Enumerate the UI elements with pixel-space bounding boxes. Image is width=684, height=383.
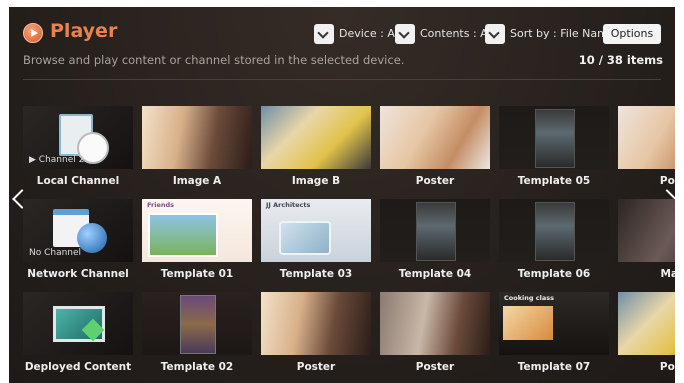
content-thumbnail <box>499 199 609 262</box>
content-thumbnail <box>499 106 609 169</box>
content-tile-label: Poster <box>415 175 455 187</box>
template-preview <box>180 295 216 354</box>
content-tile[interactable]: Poster <box>380 106 490 196</box>
template-header-text: JJ Architects <box>266 201 311 209</box>
content-tile[interactable]: Map <box>618 199 675 289</box>
content-tile[interactable]: Template 06 <box>499 199 609 289</box>
content-tile-label: Template 01 <box>160 268 234 280</box>
content-thumbnail <box>618 199 675 262</box>
content-thumbnail <box>261 106 371 169</box>
content-thumbnail <box>380 106 490 169</box>
player-logo-icon <box>23 23 43 43</box>
content-tile-label: Post <box>659 175 675 187</box>
content-tile[interactable]: Cooking class Template 07 <box>499 292 609 382</box>
template-preview <box>148 213 218 257</box>
content-thumbnail <box>23 292 133 355</box>
content-thumbnail <box>142 106 252 169</box>
options-button[interactable]: Options <box>603 24 661 44</box>
content-tile-label: Template 07 <box>517 361 591 373</box>
template-preview <box>416 202 456 261</box>
content-tile-label: Poster <box>296 361 336 373</box>
content-tile[interactable]: Template 04 <box>380 199 490 289</box>
content-tile-label: Image B <box>291 175 341 187</box>
content-tile[interactable]: Post <box>618 292 675 382</box>
content-tile[interactable]: No Channel Network Channel <box>23 199 133 289</box>
page-title: Player <box>50 20 118 42</box>
content-thumbnail: ▶ Channel 2 <box>23 106 133 169</box>
contents-dropdown-button[interactable] <box>395 24 415 44</box>
content-tile-label: Map <box>660 268 675 280</box>
content-tile[interactable]: Image A <box>142 106 252 196</box>
content-tile-label: Network Channel <box>27 268 129 280</box>
content-tile[interactable]: Poster <box>261 292 371 382</box>
content-tile-label: Poster <box>415 361 455 373</box>
sort-label[interactable]: Sort by : File Name <box>510 24 615 44</box>
content-tile[interactable]: ▶ Channel 2 Local Channel <box>23 106 133 196</box>
content-tile-label: Local Channel <box>36 175 120 187</box>
content-thumbnail <box>261 292 371 355</box>
content-tile[interactable]: Deployed Content <box>23 292 133 382</box>
template-preview <box>279 221 331 255</box>
content-tile[interactable]: Friends Template 01 <box>142 199 252 289</box>
content-tile-label: Template 02 <box>160 361 234 373</box>
globe-icon <box>77 223 107 253</box>
content-tile-label: Template 06 <box>517 268 591 280</box>
content-thumbnail <box>618 292 675 355</box>
content-thumbnail <box>142 292 252 355</box>
content-tile-label: Template 05 <box>517 175 591 187</box>
item-count: 10 / 38 items <box>578 53 663 67</box>
device-filter-label[interactable]: Device : All <box>339 24 401 44</box>
header: Player Device : All Contents : All Sort … <box>9 7 675 87</box>
content-thumbnail <box>380 292 490 355</box>
page-subtitle: Browse and play content or channel store… <box>23 53 405 67</box>
content-tile-label: Image A <box>172 175 222 187</box>
template-preview <box>535 109 575 168</box>
content-tile[interactable]: Post <box>618 106 675 196</box>
content-thumbnail <box>618 106 675 169</box>
content-tile-label: Template 04 <box>398 268 472 280</box>
content-tile-label: Deployed Content <box>24 361 132 373</box>
channel-status-text: No Channel <box>29 248 82 258</box>
template-preview <box>503 306 553 340</box>
content-tile[interactable]: Image B <box>261 106 371 196</box>
content-thumbnail <box>380 199 490 262</box>
content-tile[interactable]: Template 05 <box>499 106 609 196</box>
header-divider <box>23 79 661 80</box>
player-screen: Player Device : All Contents : All Sort … <box>9 7 675 383</box>
content-grid: ▶ Channel 2 Local Channel Image A Image B Po… <box>9 104 675 383</box>
template-preview <box>535 202 575 261</box>
sort-dropdown-button[interactable] <box>485 24 505 44</box>
content-thumbnail: No Channel <box>23 199 133 262</box>
content-tile[interactable]: JJ Architects Template 03 <box>261 199 371 289</box>
content-thumbnail: Friends <box>142 199 252 262</box>
channel-status-text: ▶ Channel 2 <box>29 155 85 165</box>
content-tile[interactable]: Poster <box>380 292 490 382</box>
content-tile[interactable]: Template 02 <box>142 292 252 382</box>
content-tile-label: Template 03 <box>279 268 353 280</box>
device-dropdown-button[interactable] <box>314 24 334 44</box>
template-header-text: Cooking class <box>504 294 555 302</box>
content-thumbnail: Cooking class <box>499 292 609 355</box>
content-thumbnail: JJ Architects <box>261 199 371 262</box>
template-header-text: Friends <box>147 201 175 209</box>
content-tile-label: Post <box>659 361 675 373</box>
contents-filter-label[interactable]: Contents : All <box>420 24 494 44</box>
